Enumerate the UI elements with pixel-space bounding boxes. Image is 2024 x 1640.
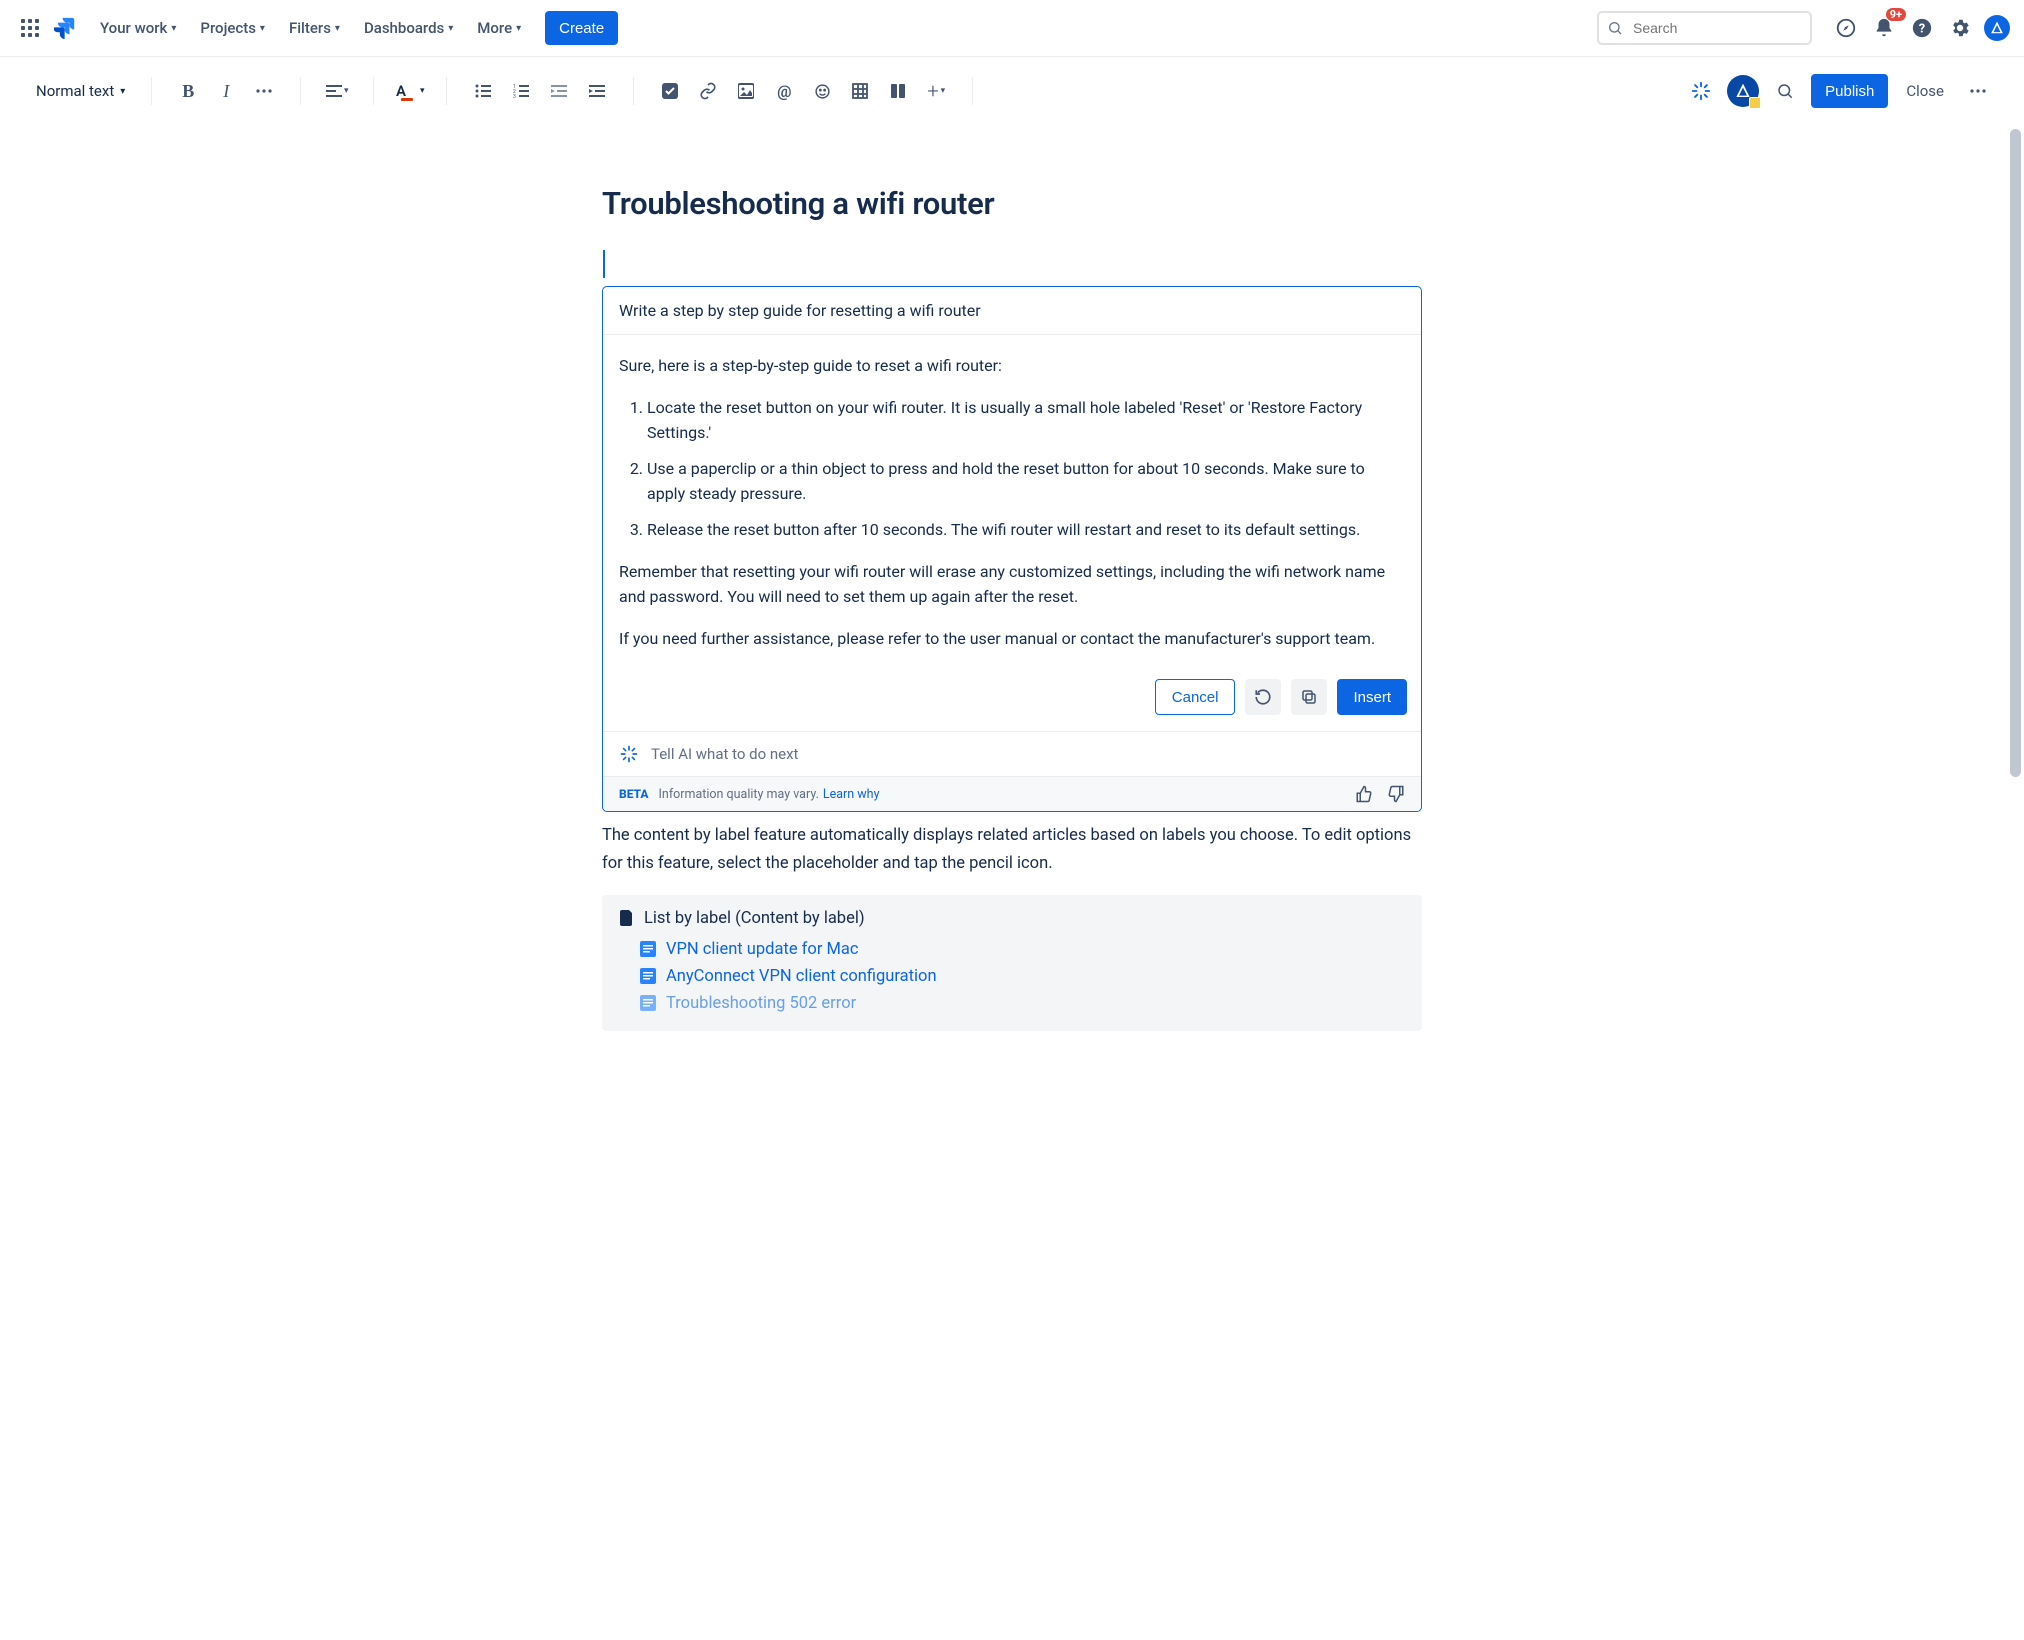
ai-prompt: Write a step by step guide for resetting… xyxy=(603,287,1421,335)
learn-why-link[interactable]: Learn why xyxy=(823,787,880,802)
related-article-link[interactable]: VPN client update for Mac xyxy=(640,940,1404,959)
bold-button[interactable]: B xyxy=(172,75,204,107)
beta-tag: BETA xyxy=(619,787,649,801)
label-box-title: List by label (Content by label) xyxy=(620,909,1404,928)
document-icon xyxy=(620,910,634,926)
find-button[interactable] xyxy=(1769,75,1801,107)
publish-button[interactable]: Publish xyxy=(1811,74,1888,108)
discover-icon[interactable] xyxy=(1832,14,1860,42)
action-item-button[interactable] xyxy=(654,75,686,107)
thumbs-down-icon[interactable] xyxy=(1387,785,1405,803)
nav-projects[interactable]: Projects▾ xyxy=(190,13,275,43)
ai-step: Use a paperclip or a thin object to pres… xyxy=(647,456,1405,507)
more-formatting-button[interactable] xyxy=(248,75,280,107)
svg-text:3: 3 xyxy=(513,94,516,98)
document-canvas: Troubleshooting a wifi router Write a st… xyxy=(0,125,2024,1640)
editor-toolbar: Normal text ▾ B I ▾ A ▾ 123 xyxy=(0,57,2024,125)
jira-logo-icon[interactable] xyxy=(54,16,78,40)
chevron-down-icon: ▾ xyxy=(260,23,265,34)
body-paragraph[interactable]: The content by label feature automatical… xyxy=(602,822,1422,876)
ai-actions: Cancel Insert xyxy=(603,673,1421,731)
chevron-down-icon: ▾ xyxy=(448,23,453,34)
insert-more-button[interactable]: +▾ xyxy=(920,75,952,107)
app-switcher-icon[interactable] xyxy=(14,12,46,44)
numbered-list-button[interactable]: 123 xyxy=(505,75,537,107)
create-button[interactable]: Create xyxy=(545,11,618,45)
ai-paragraph: If you need further assistance, please r… xyxy=(619,626,1405,652)
page-title[interactable]: Troubleshooting a wifi router xyxy=(602,185,1422,222)
help-icon[interactable]: ? xyxy=(1908,14,1936,42)
mention-button[interactable]: @ xyxy=(768,75,800,107)
text-color-button[interactable]: A ▾ xyxy=(394,75,426,107)
notifications-icon[interactable]: 9+ xyxy=(1870,14,1898,42)
ai-step: Release the reset button after 10 second… xyxy=(647,517,1405,543)
notification-badge: 9+ xyxy=(1886,8,1906,21)
settings-icon[interactable] xyxy=(1946,14,1974,42)
related-article-link[interactable]: AnyConnect VPN client configuration xyxy=(640,967,1404,986)
image-button[interactable] xyxy=(730,75,762,107)
ai-footer: BETA Information quality may vary. Learn… xyxy=(603,776,1421,811)
user-avatar[interactable] xyxy=(1984,15,2010,41)
content-by-label-box[interactable]: List by label (Content by label) VPN cli… xyxy=(602,895,1422,1031)
ai-step: Locate the reset button on your wifi rou… xyxy=(647,395,1405,446)
ai-sparkle-icon xyxy=(619,744,639,764)
ai-icon[interactable] xyxy=(1685,75,1717,107)
nav-filters[interactable]: Filters▾ xyxy=(279,13,350,43)
cancel-button[interactable]: Cancel xyxy=(1155,679,1236,715)
chevron-down-icon: ▾ xyxy=(335,23,340,34)
chevron-down-icon: ▾ xyxy=(171,23,176,34)
ai-intro: Sure, here is a step-by-step guide to re… xyxy=(619,353,1405,379)
chevron-down-icon: ▾ xyxy=(120,86,125,97)
ai-next-placeholder: Tell AI what to do next xyxy=(651,745,798,763)
bullet-list-button[interactable] xyxy=(467,75,499,107)
presence-avatar[interactable] xyxy=(1727,75,1759,107)
ai-disclaimer: Information quality may vary. xyxy=(659,787,819,802)
thumbs-up-icon[interactable] xyxy=(1355,785,1373,803)
ai-response: Sure, here is a step-by-step guide to re… xyxy=(603,335,1421,673)
page-icon xyxy=(640,941,656,957)
top-nav: Your work▾ Projects▾ Filters▾ Dashboards… xyxy=(0,0,2024,57)
page-icon xyxy=(640,968,656,984)
related-article-link[interactable]: Troubleshooting 502 error xyxy=(640,994,1404,1013)
search-input[interactable] xyxy=(1597,11,1812,45)
ai-paragraph: Remember that resetting your wifi router… xyxy=(619,559,1405,610)
retry-button[interactable] xyxy=(1245,679,1281,715)
italic-button[interactable]: I xyxy=(210,75,242,107)
search-icon xyxy=(1607,20,1623,36)
close-button[interactable]: Close xyxy=(1898,76,1952,106)
svg-text:?: ? xyxy=(1919,22,1925,37)
chevron-down-icon: ▾ xyxy=(516,23,521,34)
page-icon xyxy=(640,995,656,1011)
presence-status-icon xyxy=(1749,97,1761,109)
indent-button[interactable] xyxy=(581,75,613,107)
align-button[interactable]: ▾ xyxy=(321,75,353,107)
layouts-button[interactable] xyxy=(882,75,914,107)
ai-steps-list: Locate the reset button on your wifi rou… xyxy=(619,395,1405,543)
ai-next-input-row[interactable]: Tell AI what to do next xyxy=(603,731,1421,776)
outdent-button[interactable] xyxy=(543,75,575,107)
scrollbar[interactable] xyxy=(2010,129,2021,777)
link-button[interactable] xyxy=(692,75,724,107)
overflow-button[interactable] xyxy=(1962,75,1994,107)
text-style-select[interactable]: Normal text ▾ xyxy=(30,78,131,104)
search-box[interactable] xyxy=(1597,11,1812,45)
emoji-button[interactable] xyxy=(806,75,838,107)
nav-dashboards[interactable]: Dashboards▾ xyxy=(354,13,463,43)
ai-panel: Write a step by step guide for resetting… xyxy=(602,286,1422,812)
text-cursor xyxy=(603,250,1422,278)
nav-your-work[interactable]: Your work▾ xyxy=(90,13,186,43)
insert-button[interactable]: Insert xyxy=(1337,679,1407,715)
table-button[interactable] xyxy=(844,75,876,107)
nav-more[interactable]: More▾ xyxy=(467,13,531,43)
copy-button[interactable] xyxy=(1291,679,1327,715)
